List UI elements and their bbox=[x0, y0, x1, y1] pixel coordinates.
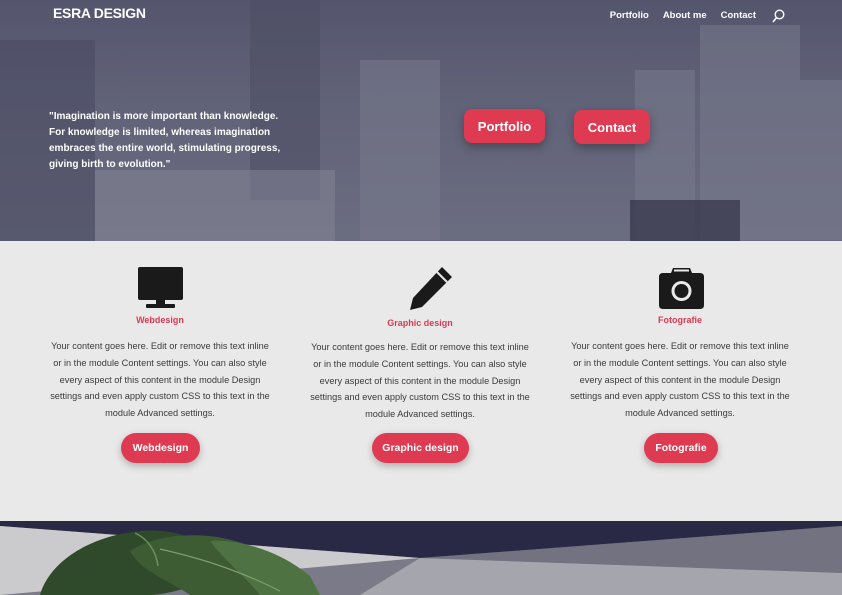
plant-leaves-image bbox=[40, 530, 320, 595]
camera-icon bbox=[659, 268, 704, 309]
bottom-section bbox=[0, 521, 842, 595]
nav-item-about-me[interactable]: About me bbox=[663, 10, 707, 21]
feature-column-fotografie: Fotografie Your content goes here. Edit … bbox=[570, 315, 790, 422]
hero-contact-button[interactable]: Contact bbox=[574, 110, 650, 144]
monitor-icon bbox=[138, 267, 183, 308]
feature-column-webdesign: Webdesign Your content goes here. Edit o… bbox=[50, 315, 270, 422]
hero-quote: "Imagination is more important than know… bbox=[49, 111, 281, 170]
nav-item-portfolio[interactable]: Portfolio bbox=[610, 10, 649, 21]
feature-title: Graphic design bbox=[387, 318, 453, 328]
main-navigation: Portfolio About me Contact bbox=[610, 10, 842, 21]
pencil-icon bbox=[410, 267, 452, 310]
fotografie-button[interactable]: Fotografie bbox=[644, 433, 718, 463]
feature-body: Your content goes here. Edit or remove t… bbox=[570, 341, 790, 419]
feature-column-graphic-design: Graphic design Your content goes here. E… bbox=[310, 318, 530, 423]
site-logo[interactable]: ESRA DESIGN bbox=[53, 5, 146, 21]
feature-title: Fotografie bbox=[658, 315, 702, 325]
graphic-design-button[interactable]: Graphic design bbox=[372, 433, 469, 463]
search-icon[interactable] bbox=[772, 9, 785, 23]
feature-body: Your content goes here. Edit or remove t… bbox=[50, 341, 270, 419]
feature-body: Your content goes here. Edit or remove t… bbox=[310, 342, 530, 420]
hero-section: ESRA DESIGN Portfolio About me Contact "… bbox=[0, 0, 842, 241]
hero-portfolio-button[interactable]: Portfolio bbox=[464, 109, 545, 143]
nav-item-contact[interactable]: Contact bbox=[721, 10, 756, 21]
features-section: Webdesign Your content goes here. Edit o… bbox=[0, 241, 842, 521]
feature-title: Webdesign bbox=[136, 315, 184, 325]
webdesign-button[interactable]: Webdesign bbox=[121, 433, 200, 463]
